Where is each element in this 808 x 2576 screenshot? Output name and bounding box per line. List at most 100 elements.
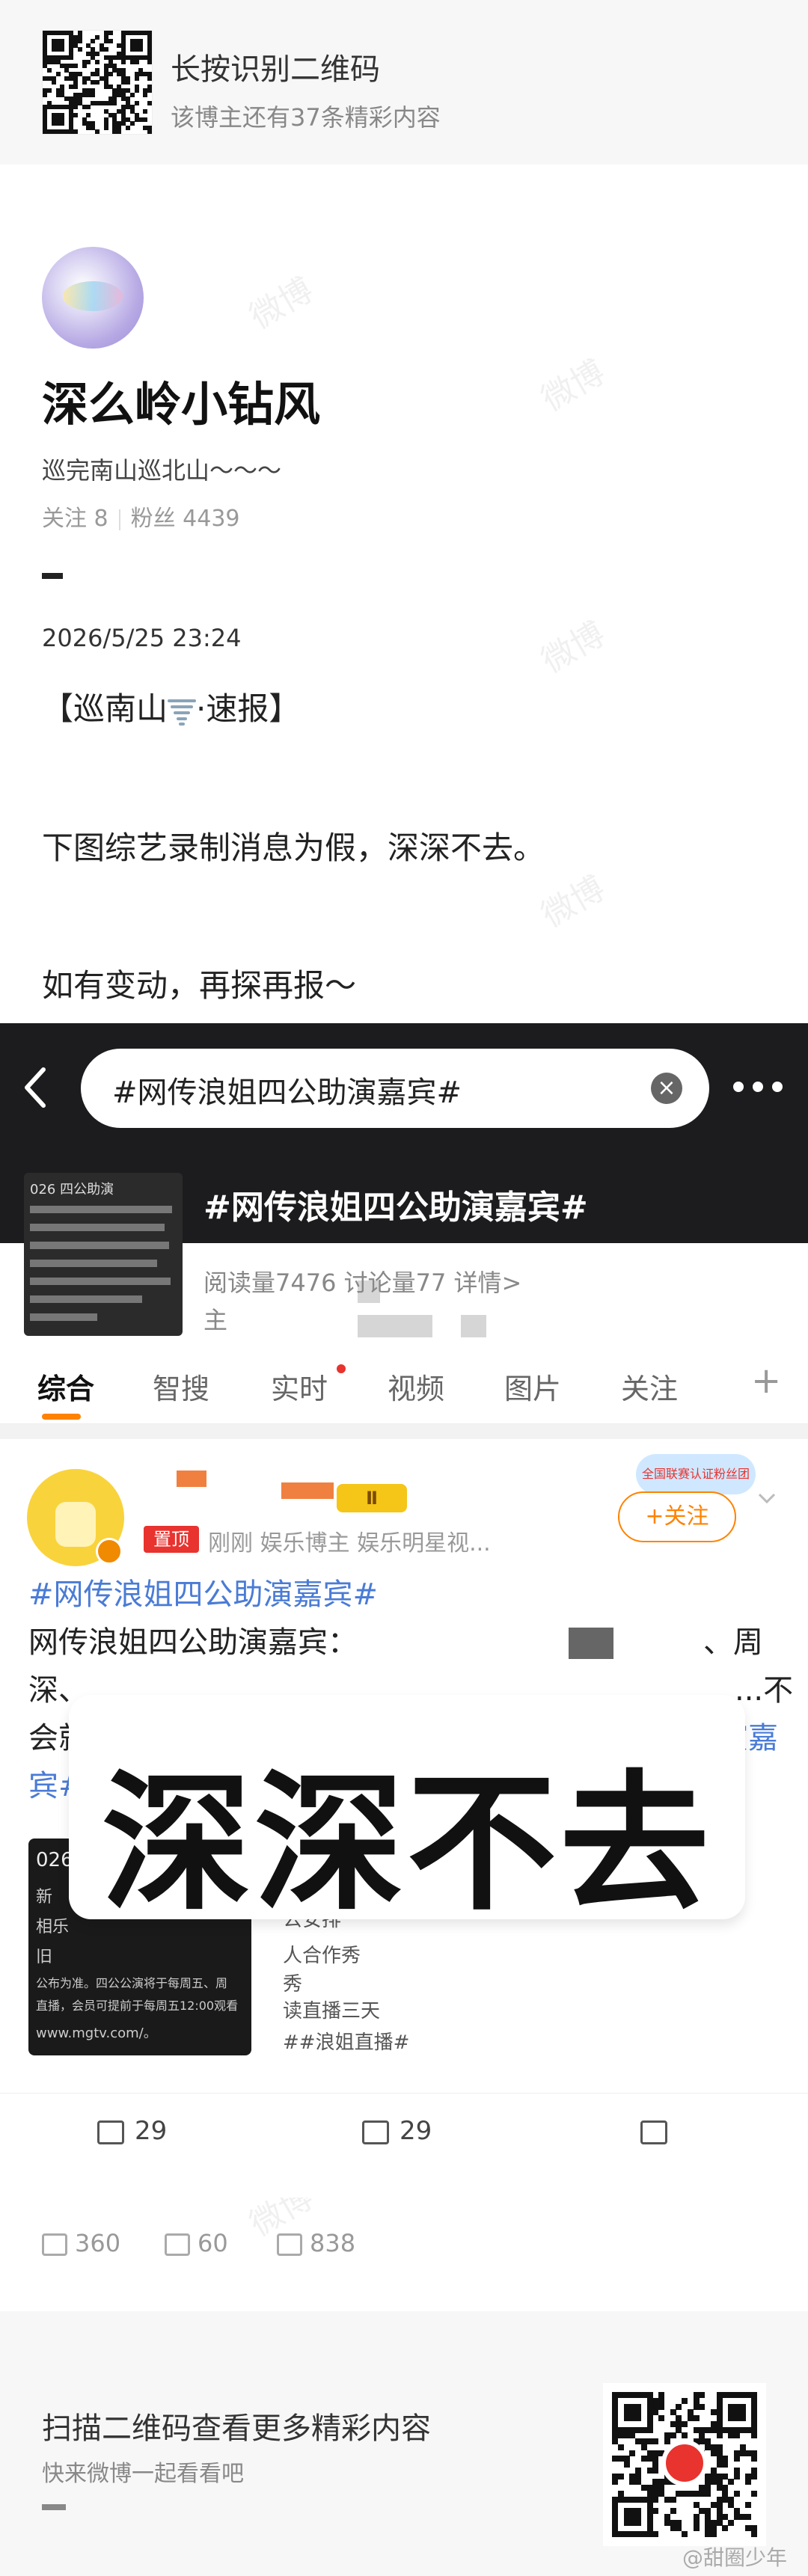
qr-module — [751, 2432, 758, 2439]
follow-label: +关注 — [645, 1503, 709, 1530]
qr-module — [73, 105, 78, 110]
tab-all[interactable]: 综合 — [37, 1366, 94, 1407]
clear-icon[interactable]: × — [651, 1073, 682, 1104]
overlay-stamp: 深深不去 — [69, 1695, 745, 1931]
qr-module — [125, 80, 130, 85]
fan-sticker-label: 全国联赛认证粉丝团 — [641, 1467, 750, 1481]
post-like-button[interactable]: 838 — [277, 2229, 355, 2257]
thumbnail-title: 026 四公助演 — [30, 1182, 114, 1197]
qr-module — [134, 88, 139, 93]
qr-module — [60, 47, 65, 52]
follow-button[interactable]: +关注 — [618, 1491, 736, 1542]
qr-module — [147, 76, 153, 81]
qr-module — [635, 2519, 642, 2526]
qr-module — [617, 2444, 624, 2450]
post-heading-prefix: 【巡南山 — [42, 690, 168, 727]
tab-images[interactable]: 图片 — [504, 1366, 561, 1407]
qr-module — [147, 100, 153, 105]
qr-module — [733, 2490, 740, 2497]
comment-button[interactable]: 29 — [362, 2116, 432, 2146]
repost-button[interactable]: 29 — [97, 2116, 167, 2146]
qr-module — [112, 100, 117, 105]
qr-module — [652, 2531, 659, 2538]
user-name[interactable]: 深么岭小钻风 — [42, 367, 320, 434]
feed-image-line: www.mgtv.com/。 — [36, 2025, 157, 2041]
qr-module — [129, 92, 135, 97]
avatar[interactable] — [42, 247, 144, 349]
qr-module — [147, 129, 153, 135]
thumbs-up-icon — [277, 2233, 302, 2256]
qr-module — [629, 2450, 636, 2456]
qr-module — [751, 2531, 758, 2538]
embedded-screenshot[interactable]: #网传浪姐四公助演嘉宾# × #网传浪姐四公助演嘉宾# 026 四公助演 阅读量… — [0, 1023, 808, 2198]
watermark-mark: 微博 — [535, 868, 612, 935]
thumbnail-text-line — [30, 1313, 97, 1321]
thumbnail-text-line — [30, 1224, 165, 1231]
post-like-count: 838 — [310, 2229, 356, 2257]
qr-module — [733, 2456, 740, 2462]
qr-module — [617, 2473, 624, 2480]
feed-image-side-text: 秀 — [283, 1973, 303, 1996]
qr-module — [73, 113, 78, 118]
feed-image-side-text: 人合作秀 — [283, 1945, 361, 1967]
qr-module — [699, 2403, 706, 2410]
qr-module — [129, 121, 135, 126]
tab-smart-search[interactable]: 智搜 — [153, 1366, 209, 1407]
qr-module — [699, 2392, 706, 2398]
qr-module — [95, 51, 100, 56]
tab-realtime[interactable]: 实时 — [271, 1366, 328, 1407]
topic-thumbnail[interactable]: 026 四公助演 — [24, 1173, 183, 1336]
feed-topic-link[interactable]: #网传浪姐四公助演嘉宾# — [28, 1571, 378, 1619]
qr-module — [682, 2397, 688, 2404]
post-text-line: 如有变动，再探再报～ — [42, 967, 357, 1004]
qr-module — [55, 72, 61, 77]
qr-module — [716, 2432, 723, 2439]
like-button[interactable] — [640, 2116, 678, 2146]
user-stats: 关注 8 粉丝 4439 — [42, 500, 240, 533]
more-icon[interactable] — [733, 1077, 786, 1098]
qr-module — [73, 64, 78, 69]
like-icon — [640, 2120, 667, 2144]
qr-module — [745, 2502, 752, 2509]
qr-module — [728, 2519, 735, 2526]
blur-mask — [358, 1315, 432, 1337]
qr-module — [82, 64, 87, 69]
blur-mask — [569, 1628, 613, 1659]
qr-module — [612, 2479, 618, 2485]
qr-module — [95, 34, 100, 40]
qr-code-icon[interactable] — [42, 30, 153, 135]
qr-module — [693, 2525, 700, 2532]
weibo-share-card: 微博 微博 微博 微博 微博 长按识别二维码 该博主还有37条精彩内容 深么岭小… — [0, 0, 808, 2576]
chevron-down-icon[interactable] — [756, 1487, 778, 1509]
search-query: #网传浪姐四公助演嘉宾# — [112, 1076, 462, 1110]
comment-count: 29 — [400, 2116, 432, 2146]
feed-image-line: 直播，会员可提前于每周五12:00观看 — [36, 1999, 239, 2013]
add-tab-icon[interactable]: + — [751, 1360, 781, 1402]
followers-count[interactable]: 粉丝 4439 — [131, 506, 240, 532]
feed-avatar[interactable] — [27, 1469, 124, 1566]
qr-module — [652, 2438, 659, 2445]
qr-module — [739, 2415, 746, 2422]
bottom-qr-banner[interactable]: 扫描二维码查看更多精彩内容 快来微博一起看看吧 — [0, 2311, 808, 2576]
topic-title: #网传浪姐四公助演嘉宾# — [203, 1189, 588, 1227]
qr-module — [722, 2525, 729, 2532]
section-divider — [42, 2504, 66, 2510]
tab-video[interactable]: 视频 — [388, 1366, 444, 1407]
qr-module — [103, 125, 108, 130]
qr-module — [91, 39, 96, 44]
search-input[interactable]: #网传浪姐四公助演嘉宾# × — [81, 1049, 709, 1128]
qr-module — [670, 2508, 676, 2515]
top-qr-banner[interactable]: 长按识别二维码 该博主还有37条精彩内容 — [0, 0, 808, 165]
pinned-label: 置顶 — [153, 1529, 189, 1550]
post-comment-button[interactable]: 60 — [165, 2229, 228, 2257]
tab-following[interactable]: 关注 — [621, 1366, 678, 1407]
post-timestamp: 2026/5/25 23:24 — [42, 624, 242, 652]
repost-icon — [42, 2233, 67, 2256]
following-count[interactable]: 关注 8 — [42, 506, 108, 532]
vip-icon: Ⅱ — [337, 1484, 407, 1512]
qr-module — [147, 88, 153, 93]
post-repost-button[interactable]: 360 — [42, 2229, 120, 2257]
post-heading-suffix: ·速报】 — [196, 690, 301, 727]
topic-stats[interactable]: 阅读量7476 讨论量77 详情> — [203, 1264, 521, 1298]
back-arrow-icon[interactable] — [19, 1065, 52, 1110]
